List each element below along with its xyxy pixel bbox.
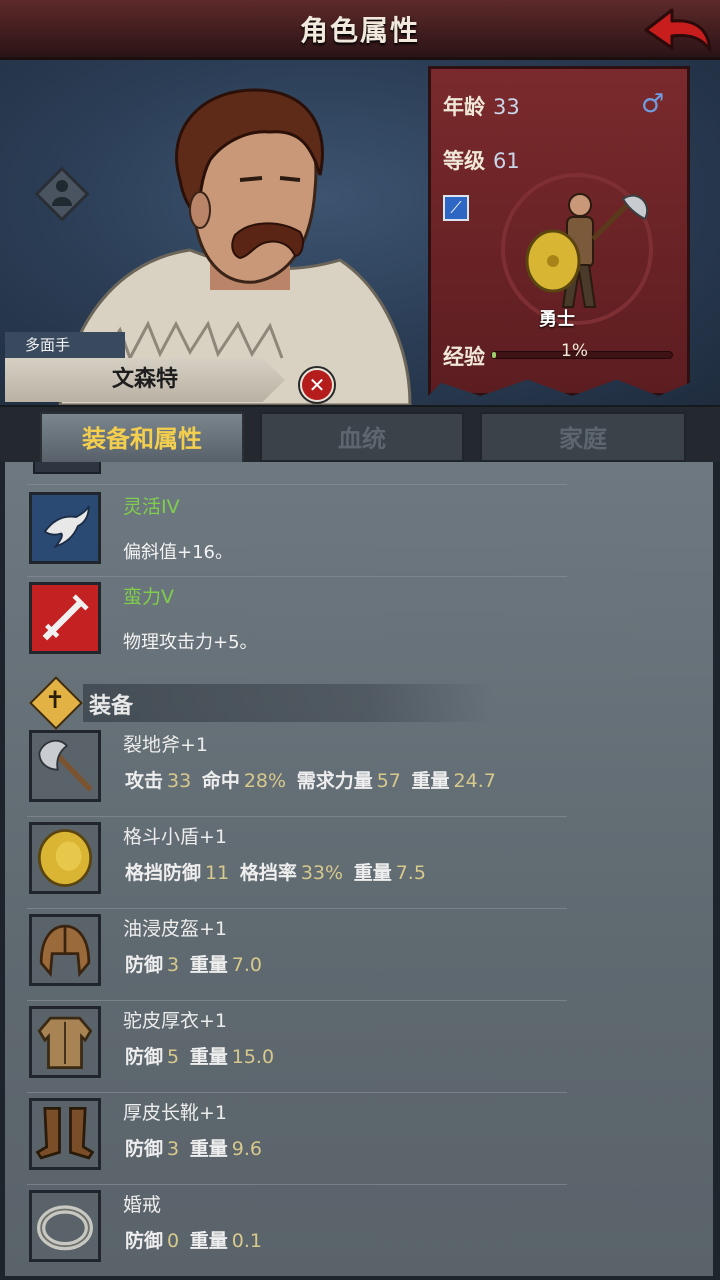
divider bbox=[27, 816, 567, 817]
section-title: 装备 bbox=[89, 694, 134, 719]
dismiss-button[interactable]: ✕ bbox=[298, 366, 336, 404]
equipment-stats: 防御 5 重量 15.0 bbox=[125, 1046, 275, 1068]
age-label: 年龄 bbox=[443, 95, 485, 119]
previous-item-icon bbox=[33, 462, 101, 474]
axe-icon bbox=[29, 730, 101, 802]
equipment-name: 婚戒 bbox=[123, 1194, 162, 1216]
divider bbox=[27, 908, 567, 909]
age-row: 年龄 33 bbox=[443, 91, 520, 121]
equipment-name: 驼皮厚衣+1 bbox=[123, 1010, 228, 1032]
exp-percent: 1% bbox=[561, 341, 588, 361]
helmet-icon bbox=[29, 914, 101, 986]
tab-bloodline[interactable]: 血统 bbox=[260, 412, 464, 462]
equipment-name: 裂地斧+1 bbox=[123, 734, 209, 756]
shield-icon bbox=[29, 822, 101, 894]
trait-name: 蛮力V bbox=[123, 586, 174, 608]
equipment-stats: 防御 3 重量 9.6 bbox=[125, 1138, 262, 1160]
tab-family[interactable]: 家庭 bbox=[480, 412, 686, 462]
trait-desc: 偏斜值+16。 bbox=[123, 542, 233, 563]
divider bbox=[27, 484, 567, 485]
male-icon: ♂ bbox=[641, 89, 665, 119]
armor-icon bbox=[29, 1006, 101, 1078]
exp-bar-fill bbox=[492, 352, 496, 358]
tab-bar: 装备和属性 血统 家庭 bbox=[0, 405, 720, 462]
stats-banner: 年龄 33 ♂ 等级 61 ⟋ 勇士 经验 1% bbox=[428, 66, 690, 396]
equipment-section-header: ✝ 装备 bbox=[29, 676, 503, 730]
warrior-figure-icon bbox=[501, 173, 653, 325]
content-panel[interactable]: 灵活IV 偏斜值+16。 蛮力V 物理攻击力+5。 ✝ 装备 裂地斧+1 攻击 3… bbox=[5, 462, 713, 1276]
boots-icon bbox=[29, 1098, 101, 1170]
tab-equipment[interactable]: 装备和属性 bbox=[40, 412, 244, 462]
divider bbox=[27, 1000, 567, 1001]
level-label: 等级 bbox=[443, 149, 485, 173]
trait-name: 灵活IV bbox=[123, 496, 180, 518]
page-title: 角色属性 bbox=[299, 13, 420, 47]
divider bbox=[27, 576, 567, 577]
title-bar: 角色属性 bbox=[0, 0, 720, 60]
back-arrow-icon[interactable] bbox=[642, 6, 714, 56]
equipment-name: 油浸皮盔+1 bbox=[123, 918, 228, 940]
equipment-stats: 攻击 33 命中 28% 需求力量 57 重量 24.7 bbox=[125, 770, 496, 792]
ring-icon bbox=[29, 1190, 101, 1262]
class-sword-icon[interactable]: ⟋ bbox=[443, 195, 469, 221]
trait-tag: 多面手 bbox=[5, 332, 125, 358]
exp-label: 经验 bbox=[443, 345, 485, 369]
trait-desc: 物理攻击力+5。 bbox=[123, 632, 258, 653]
equipment-name: 格斗小盾+1 bbox=[123, 826, 228, 848]
equipment-stats: 防御 3 重量 7.0 bbox=[125, 954, 262, 976]
figure-emblem-icon[interactable] bbox=[30, 162, 94, 226]
close-icon: ✕ bbox=[302, 370, 332, 400]
class-name: 勇士 bbox=[539, 309, 575, 330]
equipment-stats: 格挡防御 11 格挡率 33% 重量 7.5 bbox=[125, 862, 426, 884]
sword-icon bbox=[29, 582, 101, 654]
equipment-stats: 防御 0 重量 0.1 bbox=[125, 1230, 262, 1252]
divider bbox=[27, 1092, 567, 1093]
age-value: 33 bbox=[493, 95, 520, 119]
character-name[interactable]: 文森特 bbox=[5, 358, 285, 402]
divider bbox=[27, 1184, 567, 1185]
equipment-name: 厚皮长靴+1 bbox=[123, 1102, 228, 1124]
bird-icon bbox=[29, 492, 101, 564]
